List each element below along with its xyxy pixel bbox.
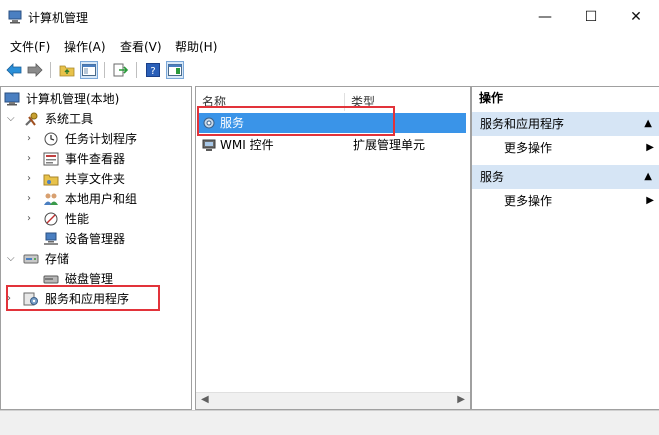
users-icon: [44, 193, 58, 205]
computer-management-icon: [8, 10, 22, 24]
storage-icon: [23, 254, 39, 264]
computer-management-window: 计算机管理 — ☐ ✕ 文件(F) 操作(A) 查看(V) 帮助(H) ? 计算…: [0, 0, 659, 435]
submenu-arrow-icon: ▶: [646, 195, 654, 206]
menu-bar: 文件(F) 操作(A) 查看(V) 帮助(H): [0, 36, 659, 56]
console-tree-icon: [82, 64, 96, 76]
maximize-button[interactable]: ☐: [568, 0, 614, 34]
up-folder-button[interactable]: [58, 61, 76, 79]
forward-button[interactable]: [26, 61, 44, 79]
back-arrow-icon: [6, 63, 22, 77]
action-pane-icon: [168, 64, 182, 76]
close-button[interactable]: ✕: [613, 0, 659, 34]
title-bar: 计算机管理 — ☐ ✕: [0, 0, 659, 34]
tree-label-performance: 性能: [65, 212, 90, 226]
list-item-name: WMI 控件: [220, 138, 274, 152]
chevron-right-icon[interactable]: ›: [27, 190, 31, 208]
back-button[interactable]: [5, 61, 23, 79]
tools-icon: [25, 112, 38, 126]
menu-file[interactable]: 文件(F): [10, 38, 50, 55]
chevron-down-icon[interactable]: ⌵: [7, 250, 15, 268]
more-actions-1[interactable]: 更多操作 ▶: [472, 137, 659, 159]
collapse-up-icon[interactable]: ▲: [644, 165, 652, 189]
minimize-button[interactable]: —: [522, 0, 568, 34]
horizontal-scrollbar[interactable]: ◀ ▶: [196, 392, 470, 409]
chevron-down-icon[interactable]: ⌵: [7, 110, 15, 128]
tree-label-device-manager: 设备管理器: [65, 232, 126, 246]
more-actions-label: 更多操作: [504, 141, 553, 155]
clock-icon: [44, 132, 58, 146]
disk-icon: [43, 275, 59, 284]
scroll-left-icon[interactable]: ◀: [201, 394, 209, 405]
window-title: 计算机管理: [28, 11, 89, 25]
shared-folder-icon: [43, 174, 59, 186]
wmi-control-icon: [202, 139, 216, 151]
highlight-box-list: [197, 106, 395, 136]
tree-label-storage: 存储: [45, 252, 70, 266]
submenu-arrow-icon: ▶: [646, 142, 654, 153]
tree-label-shared-folders: 共享文件夹: [65, 172, 126, 186]
actions-header: 操作: [479, 91, 504, 105]
menu-action[interactable]: 操作(A): [64, 38, 106, 55]
chevron-right-icon[interactable]: ›: [27, 150, 31, 168]
help-icon: ?: [146, 63, 160, 77]
menu-help[interactable]: 帮助(H): [175, 38, 217, 55]
folder-up-icon: [59, 65, 75, 77]
actions-pane: 操作 服务和应用程序 ▲ 更多操作 ▶ 服务 ▲ 更多操作 ▶: [471, 86, 659, 410]
computer-management-icon: [4, 92, 20, 106]
menu-view[interactable]: 查看(V): [120, 38, 162, 55]
tree-label-event-viewer: 事件查看器: [65, 152, 126, 166]
scroll-right-icon[interactable]: ▶: [457, 394, 465, 405]
device-manager-icon: [44, 232, 58, 245]
export-list-button[interactable]: [112, 61, 130, 79]
more-actions-label: 更多操作: [504, 194, 553, 208]
console-tree: 计算机管理(本地) ⌵ 系统工具 › 任务计划程序 › 事件查看器 › 共享文件…: [0, 86, 192, 410]
list-item-type: 扩展管理单元: [353, 138, 426, 152]
performance-icon: [44, 212, 58, 226]
tree-label-task-scheduler: 任务计划程序: [65, 132, 138, 146]
highlight-box-tree: [6, 285, 160, 311]
help-button[interactable]: ?: [144, 61, 162, 79]
tree-label-root: 计算机管理(本地): [26, 92, 120, 106]
toolbar: ?: [0, 58, 659, 84]
status-bar: [0, 410, 659, 435]
tree-label-system-tools: 系统工具: [45, 112, 94, 126]
actions-section-label: 服务: [480, 170, 505, 184]
collapse-up-icon[interactable]: ▲: [644, 112, 652, 136]
show-hide-action-pane-button[interactable]: [166, 61, 184, 79]
chevron-right-icon[interactable]: ›: [27, 210, 31, 228]
more-actions-2[interactable]: 更多操作 ▶: [472, 190, 659, 212]
actions-section-services[interactable]: 服务 ▲: [472, 165, 659, 189]
event-viewer-icon: [43, 152, 59, 166]
chevron-right-icon[interactable]: ›: [27, 130, 31, 148]
forward-arrow-icon: [27, 63, 43, 77]
list-item-wmi[interactable]: WMI 控件 扩展管理单元: [198, 135, 466, 155]
tree-label-local-users: 本地用户和组: [65, 192, 138, 206]
svg-text:?: ?: [150, 66, 155, 77]
chevron-right-icon[interactable]: ›: [27, 170, 31, 188]
export-icon: [113, 63, 129, 77]
actions-section-label: 服务和应用程序: [480, 117, 565, 131]
show-hide-console-tree-button[interactable]: [80, 61, 98, 79]
actions-section-services-apps[interactable]: 服务和应用程序 ▲: [472, 112, 659, 136]
